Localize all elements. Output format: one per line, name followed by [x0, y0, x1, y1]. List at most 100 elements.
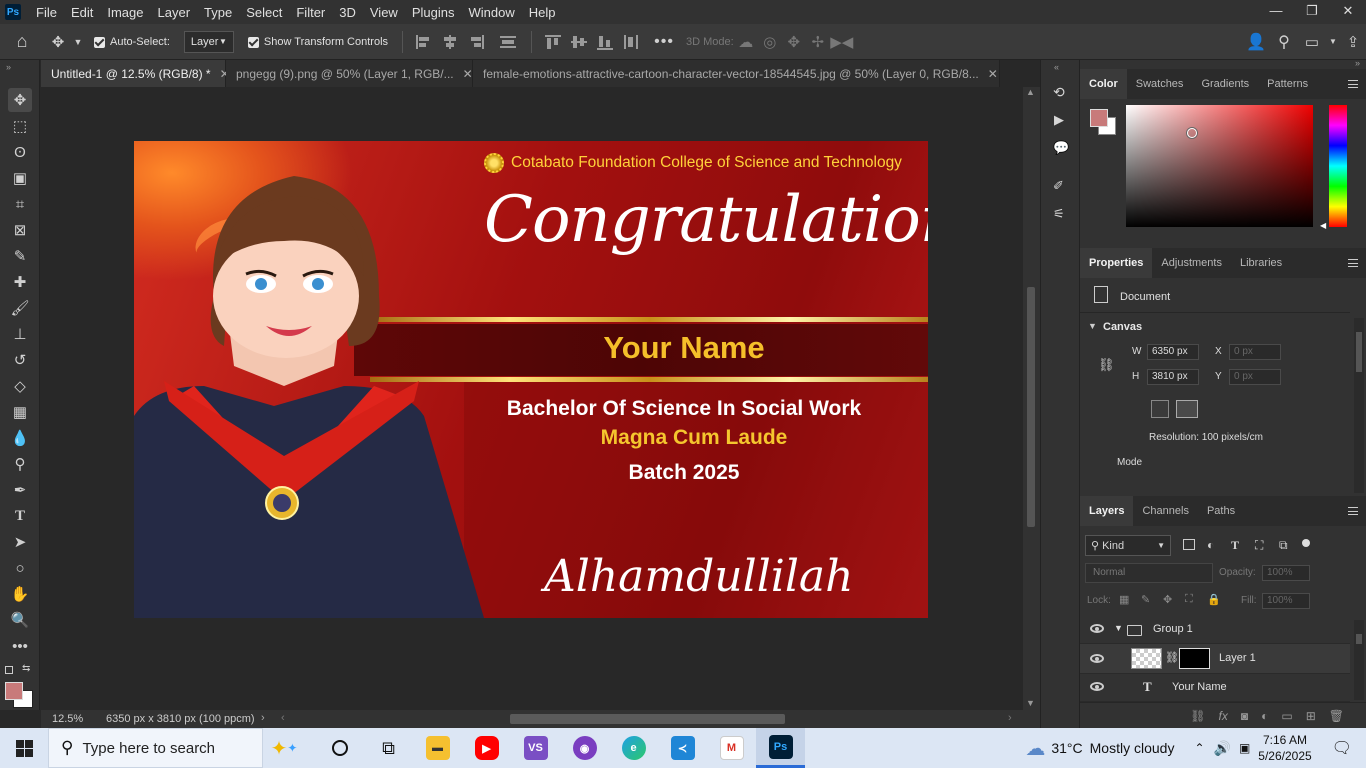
new-layer-icon[interactable]: ⊞: [1306, 709, 1316, 723]
photoshop-taskbar-icon[interactable]: Ps: [756, 728, 805, 768]
move-tool-icon[interactable]: ✥: [44, 33, 72, 51]
blend-mode-dropdown[interactable]: Normal: [1085, 563, 1213, 583]
healing-brush-tool-icon[interactable]: ✚: [8, 270, 32, 294]
copilot-sparkle-icon[interactable]: ✦ ✦: [253, 728, 315, 768]
align-bottom-icon[interactable]: [596, 34, 614, 50]
horizontal-scroll-thumb[interactable]: [510, 714, 785, 724]
x-field[interactable]: 0 px: [1229, 344, 1281, 360]
add-mask-icon[interactable]: ◙: [1241, 709, 1248, 723]
weather-desc[interactable]: Mostly cloudy: [1090, 740, 1175, 756]
comments-icon[interactable]: 💬: [1053, 140, 1069, 156]
collapse-panels-icon[interactable]: »: [1355, 58, 1360, 68]
align-top-icon[interactable]: [544, 34, 562, 50]
visibility-eye-icon[interactable]: [1090, 624, 1104, 633]
tab-gradients[interactable]: Gradients: [1192, 78, 1258, 90]
visibility-eye-icon[interactable]: [1090, 654, 1104, 663]
menu-image[interactable]: Image: [100, 5, 150, 20]
filter-shape-icon[interactable]: ⛶: [1255, 538, 1263, 553]
document-canvas[interactable]: Cotabato Foundation College of Science a…: [134, 141, 928, 618]
move-tool-icon[interactable]: ✥: [8, 88, 32, 112]
tab-paths[interactable]: Paths: [1198, 505, 1244, 517]
windows-start-icon[interactable]: [0, 728, 48, 768]
visual-studio-icon[interactable]: VS: [511, 728, 560, 768]
chevron-down-icon[interactable]: ▼: [1088, 321, 1097, 331]
panel-menu-icon[interactable]: [1348, 259, 1358, 267]
object-select-tool-icon[interactable]: ▣: [8, 166, 32, 190]
taskbar-clock[interactable]: 7:16 AM 5/26/2025: [1258, 732, 1311, 764]
gradient-tool-icon[interactable]: ▦: [8, 400, 32, 424]
3d-orbit-icon[interactable]: ☁: [734, 33, 758, 51]
adjustment-presets-icon[interactable]: ⚟: [1053, 206, 1065, 222]
menu-3d[interactable]: 3D: [332, 5, 363, 20]
panel-menu-icon[interactable]: [1348, 507, 1358, 515]
lock-image-icon[interactable]: ✎: [1141, 593, 1150, 606]
type-tool-icon[interactable]: T: [8, 504, 32, 528]
file-explorer-icon[interactable]: ▬: [413, 728, 462, 768]
menu-select[interactable]: Select: [239, 5, 289, 20]
tab-untitled-1[interactable]: Untitled-1 @ 12.5% (RGB/8) * ✕: [41, 60, 230, 87]
layer-style-icon[interactable]: fx: [1219, 709, 1228, 723]
auto-select-dropdown[interactable]: Layer ▼: [183, 30, 234, 53]
color-picker-handle[interactable]: [1187, 128, 1197, 138]
tab-libraries[interactable]: Libraries: [1231, 257, 1291, 269]
brush-tool-icon[interactable]: 🖌: [8, 296, 32, 320]
close-icon[interactable]: ✕: [1330, 0, 1366, 24]
fg-color-small-swatch[interactable]: [1090, 109, 1108, 127]
home-icon[interactable]: ⌂: [0, 31, 44, 52]
filter-pixel-icon[interactable]: [1183, 539, 1195, 550]
transform-controls-checkbox[interactable]: [247, 35, 264, 49]
close-tab-icon[interactable]: ✕: [463, 67, 473, 81]
chevron-up-icon[interactable]: ⌃: [1194, 741, 1204, 755]
lock-all-icon[interactable]: 🔒: [1207, 593, 1221, 606]
eyedropper-tool-icon[interactable]: ✎: [8, 244, 32, 268]
distribute-vertical-icon[interactable]: [622, 34, 640, 50]
foreground-color-swatch[interactable]: [5, 682, 23, 700]
edit-toolbar-icon[interactable]: •••: [8, 634, 32, 658]
align-middle-icon[interactable]: [570, 34, 588, 50]
layer-filter-dropdown[interactable]: ⚲ Kind ▼: [1085, 535, 1171, 556]
delete-layer-icon[interactable]: 🗑: [1329, 709, 1344, 723]
scroll-up-icon[interactable]: ▲: [1026, 87, 1035, 97]
chevron-right-icon[interactable]: ›: [261, 712, 265, 724]
distribute-icon[interactable]: [499, 34, 517, 50]
youtube-icon[interactable]: ▶: [462, 728, 511, 768]
collapse-icon[interactable]: «: [1054, 62, 1059, 72]
brush-settings-icon[interactable]: ✐: [1053, 178, 1064, 194]
github-desktop-icon[interactable]: ◉: [560, 728, 609, 768]
portrait-orientation-icon[interactable]: [1151, 400, 1169, 418]
height-field[interactable]: 3810 px: [1147, 369, 1199, 385]
chevron-down-icon[interactable]: ▼: [1326, 37, 1340, 46]
scroll-thumb[interactable]: [1356, 634, 1362, 644]
tab-color[interactable]: Color: [1080, 69, 1127, 99]
actions-play-icon[interactable]: ▶: [1054, 112, 1064, 128]
more-options-icon[interactable]: •••: [644, 33, 684, 51]
network-icon[interactable]: ▣: [1239, 741, 1250, 755]
hue-slider[interactable]: [1329, 105, 1347, 227]
vertical-scrollbar[interactable]: ▲ ▼: [1023, 87, 1040, 710]
tab-adjustments[interactable]: Adjustments: [1152, 257, 1231, 269]
restore-icon[interactable]: ❐: [1294, 0, 1330, 24]
hand-tool-icon[interactable]: ✋: [8, 582, 32, 606]
close-tab-icon[interactable]: ✕: [988, 67, 998, 81]
filter-smart-object-icon[interactable]: ⧉: [1279, 538, 1288, 553]
scroll-thumb[interactable]: [1027, 287, 1035, 527]
color-picker-field[interactable]: [1126, 105, 1313, 227]
zoom-tool-icon[interactable]: 🔍: [8, 608, 32, 632]
crop-tool-icon[interactable]: ⌗: [8, 192, 32, 216]
align-right-icon[interactable]: [467, 34, 485, 50]
weather-temp[interactable]: 31°C: [1051, 740, 1082, 756]
swap-colors-icon[interactable]: ⇆: [22, 663, 30, 674]
chain-link-icon[interactable]: ⛓: [1165, 651, 1179, 664]
scroll-left-icon[interactable]: ‹: [281, 712, 285, 724]
dodge-tool-icon[interactable]: ⚲: [8, 452, 32, 476]
taskbar-search[interactable]: ⚲ Type here to search: [48, 728, 263, 768]
cortana-icon[interactable]: [315, 728, 364, 768]
3d-roll-icon[interactable]: ◎: [758, 33, 782, 51]
default-colors-icon[interactable]: [5, 666, 13, 674]
path-selection-tool-icon[interactable]: ➤: [8, 530, 32, 554]
share-user-icon[interactable]: 👤: [1242, 32, 1270, 52]
menu-help[interactable]: Help: [522, 5, 563, 20]
layer-mask-thumbnail[interactable]: [1179, 648, 1210, 669]
panel-menu-icon[interactable]: [1348, 80, 1358, 88]
scroll-right-icon[interactable]: ›: [1008, 712, 1012, 724]
